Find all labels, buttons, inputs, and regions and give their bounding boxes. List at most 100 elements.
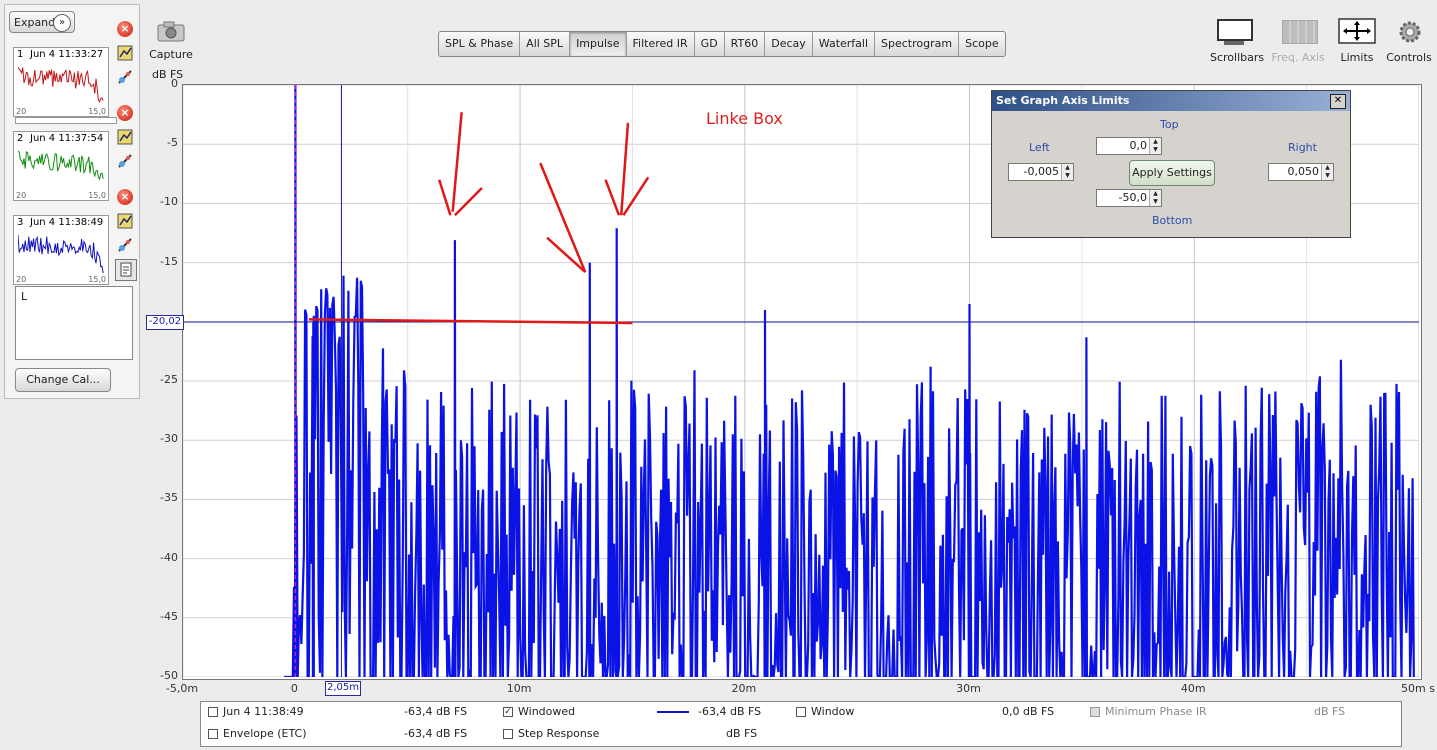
close-icon[interactable]: ✕: [1330, 94, 1346, 109]
y-tick-label: -5: [167, 136, 178, 150]
tab-filtered-ir[interactable]: Filtered IR: [627, 32, 695, 56]
chevron-right-icon: »: [53, 14, 71, 32]
top-limit-input[interactable]: 0,0 ▲ ▼: [1096, 137, 1162, 155]
bottom-label: Bottom: [1152, 214, 1193, 227]
expand-button[interactable]: Expand »: [9, 11, 75, 33]
y-axis-unit: dB FS: [152, 68, 184, 81]
tab-decay[interactable]: Decay: [765, 32, 813, 56]
close-icon[interactable]: ×: [117, 21, 133, 37]
chart-edit-icon[interactable]: [117, 213, 133, 229]
annotation-arrow: [437, 179, 452, 216]
meas-trace-checkbox[interactable]: [208, 707, 218, 717]
x-tick-label: 50m s: [1401, 682, 1435, 695]
annotation-arrow: [604, 179, 621, 216]
minphase-checkbox: [1090, 707, 1100, 717]
top-limit-value: 0,0: [1129, 139, 1148, 152]
apply-settings-button[interactable]: Apply Settings: [1129, 160, 1215, 186]
measurement-thumbnail: 1 Jun 4 11:33:27 20 15,0: [13, 47, 109, 117]
y-tick-label: 0: [171, 77, 178, 90]
chart-edit-icon[interactable]: [117, 45, 133, 61]
calibration-icon[interactable]: [117, 69, 133, 85]
step-response-label: Step Response: [518, 727, 600, 740]
x-tick-label: -5,0m: [165, 682, 199, 695]
spl-thumbnail-chart: [18, 66, 104, 103]
y-tick-label: -25: [160, 373, 178, 386]
y-tick-label: -35: [160, 491, 178, 505]
cursor-y-readout: -20,02: [146, 315, 184, 330]
windowed-checkbox[interactable]: ✓: [503, 707, 513, 717]
window-label: Window: [811, 705, 855, 718]
tab-spectrogram[interactable]: Spectrogram: [875, 32, 960, 56]
tab-impulse[interactable]: Impulse: [570, 32, 627, 56]
capture-button[interactable]: Capture: [148, 20, 194, 62]
y-tick-label: -50: [160, 669, 178, 682]
envelope-checkbox[interactable]: [208, 729, 218, 739]
close-icon[interactable]: ×: [117, 105, 133, 121]
window-value: 0,0 dB FS: [1002, 705, 1055, 718]
spl-thumbnail-chart: [18, 150, 104, 181]
capture-label: Capture: [149, 48, 193, 61]
calibration-icon[interactable]: [117, 237, 133, 253]
gear-icon: [1399, 21, 1421, 43]
calibration-icon[interactable]: [117, 153, 133, 169]
spl-thumbnail-chart: [18, 234, 104, 274]
change-cal-button[interactable]: Change Cal...: [15, 368, 111, 392]
controls-button[interactable]: Controls: [1384, 18, 1434, 66]
x-tick-label: 30m: [956, 682, 981, 695]
limits-icon: [1338, 18, 1376, 44]
spin-arrows-icon[interactable]: ▲ ▼: [1149, 190, 1161, 206]
notes-icon[interactable]: [115, 259, 137, 281]
measurement-date: Jun 4 11:38:49: [30, 217, 104, 228]
y-tick-label: -45: [160, 609, 178, 623]
top-label: Top: [1160, 118, 1179, 131]
measurement-thumbnail: 2 Jun 4 11:37:54 20 15,0: [13, 131, 109, 201]
limits-button[interactable]: Limits: [1334, 18, 1380, 66]
tab-waterfall[interactable]: Waterfall: [813, 32, 876, 56]
scrollbars-button[interactable]: Scrollbars: [1210, 18, 1264, 66]
tab-rt60[interactable]: RT60: [725, 32, 766, 56]
bottom-limit-input[interactable]: -50,0 ▲ ▼: [1096, 189, 1162, 207]
spin-arrows-icon[interactable]: ▲ ▼: [1061, 164, 1073, 180]
controls-label: Controls: [1386, 51, 1432, 64]
notes-text: L: [21, 290, 28, 303]
step-response-value: dB FS: [726, 727, 758, 740]
windowed-value: -63,4 dB FS: [698, 705, 762, 718]
windowed-label: Windowed: [518, 705, 576, 718]
windowed-line-swatch: [657, 711, 689, 713]
right-label: Right: [1288, 141, 1317, 154]
left-limit-input[interactable]: -0,005 ▲ ▼: [1008, 163, 1074, 181]
chart-edit-icon[interactable]: [117, 129, 133, 145]
camera-icon: [157, 21, 185, 42]
measurement-date: Jun 4 11:37:54: [30, 133, 104, 144]
x-tick-label: 10m: [506, 682, 532, 695]
expand-label: Expand: [14, 16, 56, 29]
spin-arrows-icon[interactable]: ▲ ▼: [1321, 164, 1333, 180]
bottom-limit-value: -50,0: [1118, 191, 1147, 204]
meas-trace-value: -63,4 dB FS: [404, 705, 468, 718]
annotation-arrow: [546, 236, 587, 274]
right-limit-input[interactable]: 0,050 ▲ ▼: [1268, 163, 1334, 181]
y-tick-label: -30: [160, 432, 178, 446]
trace-legend: Jun 4 11:38:49 -63,4 dB FS ✓ Windowed -6…: [200, 701, 1402, 747]
y-tick-label: -15: [160, 254, 178, 268]
annotation-arrow: [454, 187, 483, 217]
freq-axis-button: Freq. Axis: [1270, 18, 1326, 66]
spin-arrows-icon[interactable]: ▲ ▼: [1149, 138, 1161, 154]
tab-all-spl[interactable]: All SPL: [520, 32, 571, 56]
measurement-notes[interactable]: L: [15, 286, 133, 360]
tab-scope[interactable]: Scope: [959, 32, 1005, 56]
tab-gd[interactable]: GD: [695, 32, 725, 56]
thumb-axis-right: 15,0: [88, 275, 106, 284]
freq-axis-icon: [1282, 20, 1318, 44]
envelope-label: Envelope (ETC): [223, 727, 307, 740]
thumb-axis-right: 15,0: [88, 191, 106, 200]
graph-annotation: Linke Box: [706, 109, 783, 128]
freq-axis-label: Freq. Axis: [1271, 51, 1325, 64]
step-response-checkbox[interactable]: [503, 729, 513, 739]
window-checkbox[interactable]: [796, 707, 806, 717]
tab-spl-phase[interactable]: SPL & Phase: [439, 32, 521, 56]
close-icon[interactable]: ×: [117, 189, 133, 205]
measurement-item-3[interactable]: 3 Jun 4 11:38:49 20 15,0 ×: [9, 189, 137, 293]
x-tick-label: 40m: [1180, 682, 1206, 695]
meas-trace-label: Jun 4 11:38:49: [223, 705, 304, 718]
